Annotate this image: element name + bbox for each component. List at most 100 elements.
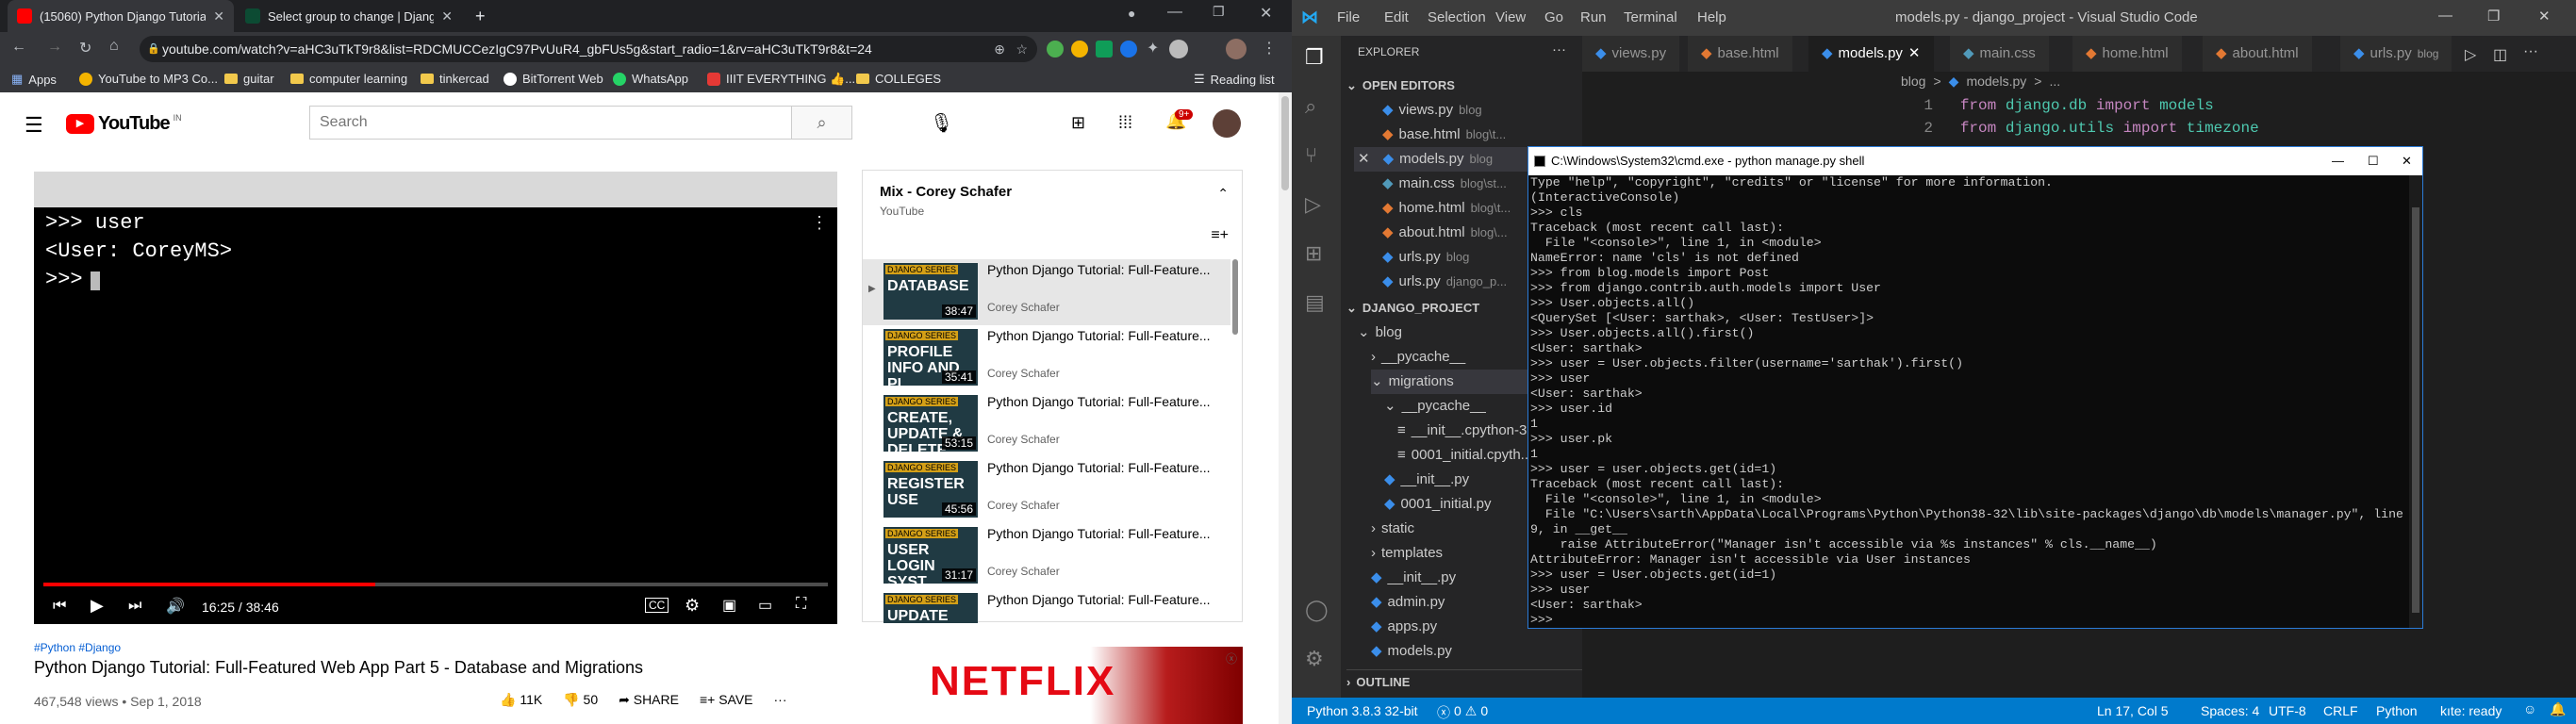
puzzle-icon[interactable]: ✦ <box>1147 39 1159 58</box>
outline-section[interactable]: › OUTLINE <box>1346 669 1582 694</box>
tree-file[interactable]: ◆ 0001_initial.py <box>1384 492 1491 517</box>
playlist-item[interactable]: DJANGO SERIES UPDATE USER Python Django T… <box>863 589 1230 623</box>
close-icon[interactable]: ✕ <box>1908 36 1921 72</box>
tree-file[interactable]: ◆ apps.py <box>1371 615 1437 639</box>
video-more-icon[interactable]: ⋮ <box>811 213 828 233</box>
address-bar[interactable]: 🔒 youtube.com/watch?v=aHC3uTkT9r8&list=R… <box>140 36 1037 62</box>
extensions-icon[interactable]: ⊞ <box>1305 241 1322 266</box>
ad-info-icon[interactable]: ⓧ <box>1226 650 1237 666</box>
search-icon[interactable]: ⌕ <box>1305 94 1316 119</box>
menu-edit[interactable]: Edit <box>1384 9 1409 25</box>
save-playlist-icon[interactable]: ≡+ <box>1211 227 1229 244</box>
play-icon[interactable]: ▶ <box>91 596 104 616</box>
search-input[interactable] <box>310 107 791 139</box>
tree-file[interactable]: ◆ __init__.py <box>1384 468 1469 492</box>
problems-indicator[interactable]: ⓧ 0 ⚠ 0 <box>1437 703 1488 722</box>
close-window-icon[interactable]: ✕ <box>2538 8 2551 25</box>
tree-folder[interactable]: ⌄ __pycache__ <box>1384 394 1486 419</box>
extension-icon[interactable] <box>1071 41 1088 58</box>
home-icon[interactable]: ⌂ <box>109 38 119 55</box>
playlist-item[interactable]: DJANGO SERIES USER LOGIN SYST 31:17 Python… <box>863 523 1230 589</box>
minimize-icon[interactable]: — <box>2438 8 2452 24</box>
minimize-icon[interactable]: — <box>1167 4 1182 21</box>
tree-file[interactable]: ◆ admin.py <box>1371 590 1445 615</box>
close-icon[interactable]: ✕ <box>441 8 453 25</box>
remote-explorer-icon[interactable]: ▤ <box>1305 290 1325 315</box>
restore-icon[interactable]: ☐ <box>2368 147 2379 175</box>
open-editor-item[interactable]: ◆ urls.py blog <box>1382 245 1469 270</box>
playlist-item[interactable]: DJANGO SERIES REGISTER USE 45:56 Python Dj… <box>863 457 1230 523</box>
bookmark-tinkercad[interactable]: tinkercad <box>421 72 489 86</box>
share-button[interactable]: ➦ SHARE <box>619 692 679 708</box>
editor-tab[interactable]: ◆ views.py <box>1582 36 1680 72</box>
mic-icon[interactable]: 🎙 <box>930 111 953 135</box>
more-icon[interactable]: ··· <box>1552 41 1566 58</box>
ad-banner[interactable]: NETFLIX ⓧ <box>862 647 1243 724</box>
captions-icon[interactable]: CC <box>645 598 669 613</box>
tree-folder[interactable]: › static <box>1371 517 1414 541</box>
editor-tab[interactable]: ◆ home.html <box>2072 36 2182 72</box>
extension-icon[interactable] <box>1047 41 1064 58</box>
open-editor-item[interactable]: ◆ home.html blog\t... <box>1382 196 1511 221</box>
tree-folder[interactable]: › __pycache__ <box>1371 345 1465 370</box>
line-endings[interactable]: CRLF <box>2323 703 2358 718</box>
bookmark-apps[interactable]: ▦ Apps <box>11 72 57 87</box>
playlist-item[interactable]: DJANGO SERIES PROFILE INFO AND PI 35:41 Py… <box>863 325 1230 391</box>
media-icon[interactable] <box>1169 40 1188 58</box>
fullscreen-icon[interactable]: ⛶ <box>796 596 806 613</box>
editor-tab[interactable]: ◆ base.html <box>1688 36 1792 72</box>
like-button[interactable]: 👍 11K <box>500 692 542 708</box>
reload-icon[interactable]: ↻ <box>79 39 91 58</box>
editor-tab-active[interactable]: ◆ models.py ✕ <box>1808 36 1934 72</box>
bookmark-youtube-mp3[interactable]: YouTube to MP3 Co... <box>79 72 218 86</box>
close-icon[interactable]: ✕ <box>1358 147 1370 172</box>
manage-gear-icon[interactable]: ⚙ <box>1305 647 1324 671</box>
open-editor-item[interactable]: ◆ urls.py django_p... <box>1382 270 1507 294</box>
apps-icon[interactable]: ⁞⁞⁞ <box>1118 113 1132 133</box>
bookmark-iiit[interactable]: IIIT EVERYTHING 👍... <box>707 72 855 87</box>
more-icon[interactable]: ··· <box>2523 43 2538 60</box>
restore-icon[interactable]: ❐ <box>1213 4 1225 20</box>
settings-gear-icon[interactable]: ⚙ <box>685 596 700 616</box>
editor-tab[interactable]: ◆ main.css <box>1950 36 2049 72</box>
profile-avatar[interactable] <box>1226 39 1247 59</box>
tree-folder[interactable]: ⌄ blog <box>1358 321 1402 345</box>
restore-icon[interactable]: ❐ <box>2487 8 2500 25</box>
page-scrollbar[interactable] <box>1279 92 1292 724</box>
open-editor-item[interactable]: ◆ main.css blog\st... <box>1382 172 1507 196</box>
tree-file[interactable]: ◆ models.py <box>1371 639 1452 664</box>
account-icon[interactable]: ◯ <box>1305 598 1329 622</box>
run-file-icon[interactable]: ▷ <box>2465 45 2476 64</box>
cmd-scroll-thumb[interactable] <box>2412 207 2419 613</box>
source-control-icon[interactable]: ⑂ <box>1305 143 1317 168</box>
scroll-thumb[interactable] <box>1281 96 1289 190</box>
menu-terminal[interactable]: Terminal <box>1624 9 1677 25</box>
tree-file[interactable]: ◆ __init__.py <box>1371 566 1456 590</box>
video-hashtags[interactable]: #Python #Django <box>34 641 121 654</box>
more-actions-icon[interactable]: ··· <box>774 692 787 708</box>
bookmark-whatsapp[interactable]: WhatsApp <box>613 72 688 86</box>
new-tab-button[interactable]: + <box>466 0 494 32</box>
playlist-item[interactable]: ▶ DJANGO SERIES DATABASE 38:47 Python Djan… <box>863 259 1230 325</box>
tree-file[interactable]: ≡ 0001_initial.cpyth... <box>1397 443 1532 468</box>
run-debug-icon[interactable]: ▷ <box>1305 192 1321 217</box>
menu-selection[interactable]: Selection <box>1428 9 1486 25</box>
previous-icon[interactable]: ⏮ <box>53 598 66 615</box>
tab-youtube[interactable]: (15060) Python Django Tutorial: F ✕ <box>8 0 234 32</box>
tab-search-icon[interactable]: ● <box>1128 6 1135 21</box>
youtube-logo[interactable]: ▶ YouTube IN <box>66 113 182 135</box>
volume-icon[interactable]: 🔊 <box>166 597 185 616</box>
miniplayer-icon[interactable]: ▣ <box>722 596 736 615</box>
editor-tab[interactable]: ◆ urls.py blog <box>2340 36 2452 72</box>
editor-tab[interactable]: ◆ about.html <box>2203 36 2312 72</box>
progress-bar[interactable] <box>43 583 828 586</box>
kite-status[interactable]: kıte: ready <box>2440 703 2502 718</box>
cmd-scrollbar[interactable] <box>2409 175 2422 628</box>
breadcrumb-item[interactable]: models.py <box>1966 74 2026 90</box>
explorer-files-icon[interactable]: ❐ <box>1305 45 1324 70</box>
create-video-icon[interactable]: ⊞ <box>1071 113 1085 133</box>
reading-list[interactable]: ☰ Reading list <box>1194 72 1275 87</box>
install-icon[interactable]: ⊕ <box>994 36 1005 62</box>
menu-file[interactable]: File <box>1337 9 1360 25</box>
theater-icon[interactable]: ▭ <box>758 596 772 615</box>
